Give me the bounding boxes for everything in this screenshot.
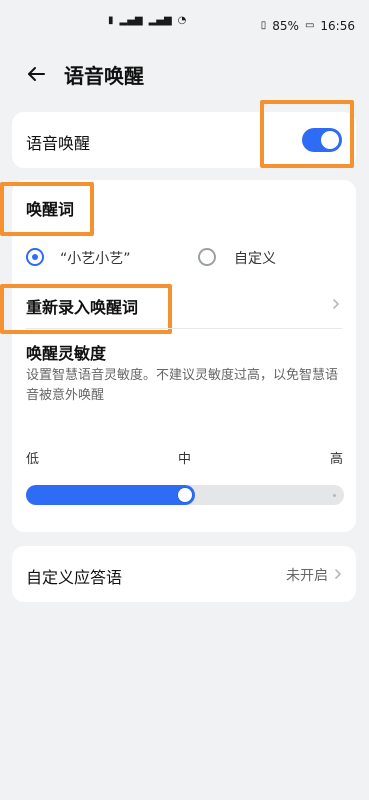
wake-word-options: “小艺小艺” 自定义 bbox=[26, 244, 342, 276]
signal-icon: ▂▄▆ bbox=[119, 15, 143, 26]
custom-reply-card[interactable]: 自定义应答语 未开启 bbox=[12, 546, 356, 602]
wake-toggle-switch[interactable] bbox=[302, 128, 342, 152]
rerecord-row[interactable]: 重新录入唤醒词 bbox=[26, 292, 342, 326]
sensitivity-description: 设置智慧语音灵敏度。不建议灵敏度过高，以免智慧语音被意外唤醒 bbox=[26, 368, 339, 403]
wake-word-title: 唤醒词 bbox=[26, 200, 75, 219]
page-title: 语音唤醒 bbox=[64, 64, 144, 88]
tick-high: 高 bbox=[330, 452, 344, 467]
rerecord-label: 重新录入唤醒词 bbox=[26, 298, 139, 317]
hd-icon: ▮ bbox=[108, 15, 114, 26]
tick-mid: 中 bbox=[178, 452, 192, 467]
slider-thumb[interactable] bbox=[178, 488, 192, 502]
radio-custom[interactable] bbox=[198, 248, 216, 266]
status-right: ▯ 85% ▭ 16:56 bbox=[261, 19, 355, 33]
wake-toggle-card: 语音唤醒 bbox=[12, 100, 356, 168]
wifi-icon: ◔ bbox=[177, 15, 187, 26]
slider-end-dot bbox=[333, 494, 336, 497]
header: 语音唤醒 bbox=[0, 56, 369, 96]
custom-reply-label: 自定义应答语 bbox=[26, 568, 123, 587]
signal-icon: ▂▄▆ bbox=[148, 15, 172, 26]
battery-text: 85% bbox=[272, 19, 299, 33]
status-left-icons: ▮ ▂▄▆ ▂▄▆ ◔ bbox=[108, 16, 186, 26]
time-text: 16:56 bbox=[320, 19, 355, 33]
sensitivity-title: 唤醒灵敏度 bbox=[26, 344, 107, 363]
radio-xiaoyi[interactable] bbox=[26, 248, 44, 266]
arrow-left-icon[interactable] bbox=[24, 62, 48, 86]
wake-toggle-label: 语音唤醒 bbox=[26, 134, 91, 153]
status-bar: ▮ ▂▄▆ ▂▄▆ ◔ ▯ 85% ▭ 16:56 bbox=[0, 0, 369, 50]
divider bbox=[26, 328, 342, 329]
slider-fill bbox=[26, 485, 195, 505]
chevron-right-icon bbox=[333, 299, 339, 309]
wake-settings-card: 唤醒词 “小艺小艺” 自定义 重新录入唤醒词 唤醒灵敏度 设置智慧语音灵敏度。不… bbox=[0, 180, 356, 532]
radio-custom-label: 自定义 bbox=[234, 251, 276, 267]
sensitivity-slider[interactable] bbox=[26, 485, 344, 505]
chevron-right-icon bbox=[335, 569, 341, 579]
battery-icon: ▭ bbox=[304, 20, 315, 31]
tick-low: 低 bbox=[26, 452, 40, 467]
custom-reply-status: 未开启 bbox=[286, 568, 328, 584]
vibrate-icon: ▯ bbox=[260, 20, 267, 31]
radio-xiaoyi-label: “小艺小艺” bbox=[60, 251, 131, 267]
